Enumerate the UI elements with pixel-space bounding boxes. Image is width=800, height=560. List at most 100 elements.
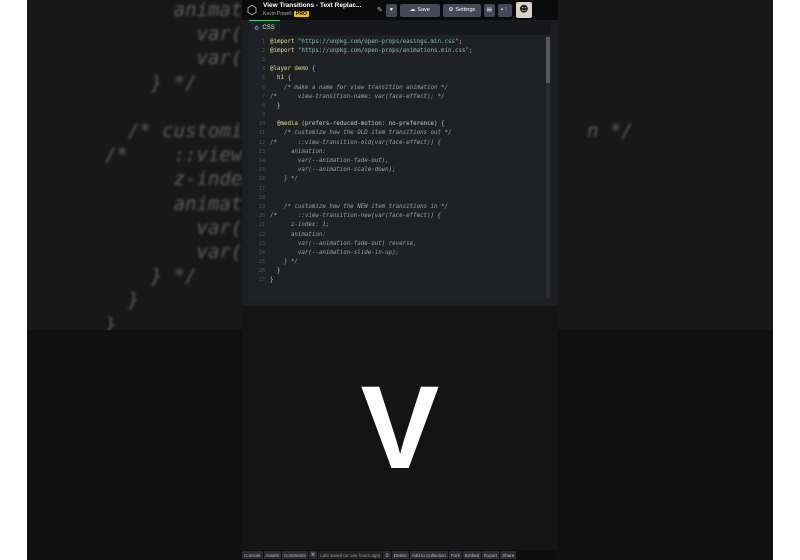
bottom-bar-item[interactable]: Console	[242, 551, 263, 559]
line-number: 8	[261, 102, 265, 109]
code-line[interactable]: 26 }	[249, 267, 545, 276]
code-line[interactable]: 14 var(--animation-fade-out),	[249, 156, 545, 165]
css-settings-icon[interactable]: ⚙	[254, 25, 259, 32]
bottom-bar-item[interactable]: Add to Collection	[409, 551, 448, 559]
code-token: var(--animation-scale-down);	[270, 167, 396, 174]
more-button[interactable]: ▪⋮	[497, 3, 512, 17]
code-token: ;	[468, 47, 473, 54]
top-bar: ⬡ View Transitions - Text Replac... Kevi…	[242, 0, 558, 20]
code-token: {	[311, 66, 316, 73]
code-line[interactable]: 22 animation:	[249, 230, 545, 239]
code-line[interactable]: 21 z-index: 1;	[249, 221, 545, 230]
code-line[interactable]: 10 @media (prefers-reduced-motion: no-pr…	[249, 120, 545, 129]
user-avatar[interactable]: ☻	[515, 2, 532, 18]
code-line[interactable]: 24 var(--animation-slide-in-up);	[249, 248, 545, 257]
code-line[interactable]: 15 var(--animation-scale-down);	[249, 166, 545, 175]
code-token: "https://unpkg.com/open-props/easings.mi…	[297, 38, 459, 45]
code-line[interactable]: 9	[249, 111, 545, 120]
code-token: @layer demo	[270, 66, 312, 73]
tab-css[interactable]: ⚙ CSS	[249, 19, 280, 36]
code-token: } */	[270, 259, 298, 266]
bg-code-line: /* ::view-t	[27, 143, 265, 167]
bg-code-line: var(--a	[27, 240, 277, 264]
bottom-bar-item[interactable]: Export	[482, 551, 500, 559]
code-line[interactable]: 2 @import "https://unpkg.com/open-props/a…	[249, 46, 545, 55]
line-number: 9	[261, 112, 265, 119]
bg-code-line	[27, 95, 105, 119]
code-line[interactable]: 25 } */	[249, 258, 545, 267]
bottom-bar-item[interactable]: Share	[500, 551, 517, 559]
code-line[interactable]: 20 /* ::view-transition-new(var(face-effe…	[249, 212, 545, 221]
bottom-bar-item[interactable]: ⌘	[308, 551, 318, 559]
bottom-bar-item[interactable]: Comments	[282, 551, 308, 559]
edit-title-icon[interactable]: ✎	[377, 6, 383, 14]
code-token: @import	[270, 47, 298, 54]
bottom-bar-item[interactable]: Assets	[263, 551, 282, 559]
scrollbar-thumb[interactable]	[546, 37, 550, 83]
line-number: 14	[258, 158, 265, 165]
save-button[interactable]: ☁ Save	[399, 3, 440, 17]
line-number: 5	[261, 75, 265, 82]
heart-icon: ♥	[389, 7, 393, 13]
line-number: 27	[258, 277, 265, 284]
bottom-bar: Console Assets Comments ⌘ Last saved (or one…	[242, 550, 558, 560]
code-token: }	[270, 268, 281, 275]
line-number: 2	[261, 47, 265, 54]
code-line[interactable]: 7 /* view-transition-name: var(face-effec…	[249, 92, 545, 101]
code-token: @media	[270, 121, 302, 128]
code-line[interactable]: 18	[249, 193, 545, 202]
code-line[interactable]: 6 /* make a name for view transition ani…	[249, 83, 545, 92]
code-token: /* make a name for view transition anima…	[270, 84, 448, 91]
line-number: 17	[258, 185, 265, 192]
pen-author: Kevin Powell PRO	[263, 10, 375, 18]
editor-tab-bar: ⚙ CSS	[249, 19, 551, 36]
author-name[interactable]: Kevin Powell	[263, 11, 292, 17]
layout-button[interactable]: ▤	[483, 3, 495, 17]
code-line[interactable]: 13 animation:	[249, 147, 545, 156]
bg-code-line: /* customize	[27, 119, 265, 143]
line-number: 15	[258, 167, 265, 174]
line-number: 1	[261, 38, 265, 45]
codepen-logo-icon[interactable]: ⬡	[245, 3, 259, 17]
code-token: /* customize how the NEW item transition…	[270, 203, 448, 210]
bg-line-text: } */	[105, 265, 197, 288]
code-token: h1	[270, 75, 288, 82]
code-line[interactable]: 12 /* ::view-transition-old(var(face-effe…	[249, 138, 545, 147]
code-line[interactable]: 23 var(--animation-fade-out) reverse,	[249, 239, 545, 248]
bg-code-line: var(--a	[27, 22, 277, 46]
code-area[interactable]: 1 @import "https://unpkg.com/open-props/e…	[249, 37, 545, 285]
preview-letter: V	[360, 362, 440, 494]
line-number: 24	[258, 249, 265, 256]
code-line[interactable]: 3	[249, 55, 545, 64]
cloud-icon: ☁	[409, 7, 416, 13]
code-line[interactable]: 11 /* customize how the OLD item transit…	[249, 129, 545, 138]
more-icon: ▪⋮	[501, 7, 509, 13]
css-editor-panel: ⚙ CSS 1 @import "https://unpkg.com/open-p…	[249, 19, 551, 300]
code-line[interactable]: 1 @import "https://unpkg.com/open-props/e…	[249, 37, 545, 46]
bottom-bar-item[interactable]: ⏱	[383, 551, 391, 559]
code-token: var(--animation-slide-in-up);	[270, 249, 400, 256]
code-line[interactable]: 4 @layer demo {	[249, 65, 545, 74]
settings-button[interactable]: ⚙ Settings	[442, 3, 481, 17]
code-token: var(--animation-fade-out) reverse,	[270, 240, 417, 247]
code-line[interactable]: 27}	[249, 276, 545, 285]
code-token: /* view-transition-name: var(face-effect…	[270, 93, 445, 100]
code-line[interactable]: 8 }	[249, 101, 545, 110]
code-token: /* ::view-transition-new(var(face-effect…	[270, 213, 442, 220]
code-line[interactable]: 5 h1 {	[249, 74, 545, 83]
bg-code-line: var(--a	[27, 46, 277, 70]
bottom-bar-item[interactable]: Fork	[448, 551, 462, 559]
code-line[interactable]: 19 /* customize how the NEW item transit…	[249, 202, 545, 211]
code-token: @import	[270, 38, 298, 45]
bottom-bar-item[interactable]: Embed	[462, 551, 482, 559]
line-number: 19	[258, 203, 265, 210]
line-number: 12	[258, 139, 265, 146]
code-line[interactable]: 17	[249, 184, 545, 193]
pro-badge: PRO	[294, 11, 309, 17]
line-number: 21	[258, 222, 265, 229]
pen-title[interactable]: View Transitions - Text Replac...	[263, 2, 375, 10]
bottom-bar-item[interactable]: Delete	[391, 551, 409, 559]
editor-scrollbar[interactable]	[546, 37, 550, 297]
heart-button[interactable]: ♥	[385, 3, 397, 17]
code-line[interactable]: 16 } */	[249, 175, 545, 184]
